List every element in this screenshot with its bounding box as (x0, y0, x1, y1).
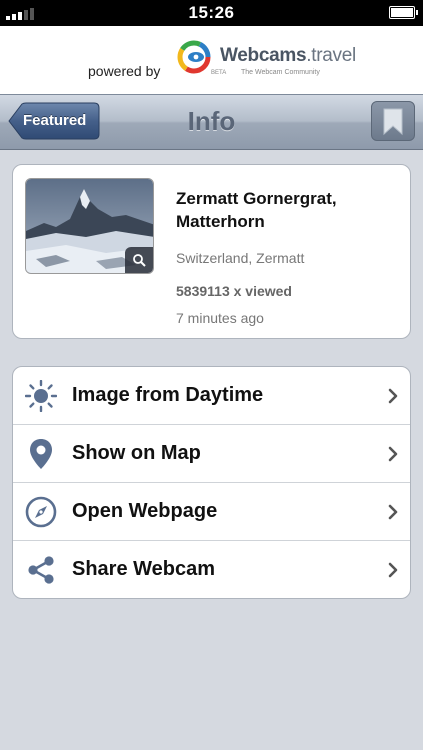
webcam-location: Switzerland, Zermatt (176, 250, 305, 266)
brand-tagline: The Webcam Community (241, 69, 320, 76)
open-webpage-row[interactable]: Open Webpage (13, 483, 410, 541)
share-webcam-row[interactable]: Share Webcam (13, 541, 410, 598)
sponsor-banner[interactable]: powered by Webcams.travel BETA The Webca… (0, 26, 423, 94)
navigation-bar: Featured Info (0, 94, 423, 150)
webcams-logo-icon (177, 40, 211, 74)
bookmark-button[interactable] (371, 101, 415, 141)
action-label: Open Webpage (72, 500, 218, 522)
webcam-thumbnail[interactable] (25, 178, 154, 274)
image-from-daytime-row[interactable]: Image from Daytime (13, 367, 410, 425)
map-pin-icon (30, 439, 52, 469)
webcam-title: Zermatt Gornergrat, Matterhorn (176, 189, 337, 231)
zoom-button[interactable] (125, 247, 153, 273)
magnifier-icon (133, 254, 146, 267)
webcam-info-card: Zermatt Gornergrat, Matterhorn Switzerla… (12, 164, 411, 339)
battery-icon (389, 6, 418, 19)
chevron-right-icon (388, 504, 398, 520)
chevron-right-icon (388, 562, 398, 578)
status-bar: 15:26 (0, 0, 423, 26)
view-count: 5839113 x viewed (176, 283, 292, 299)
status-time: 15:26 (188, 3, 235, 22)
action-label: Show on Map (72, 442, 201, 464)
brand-name: Webcams.travel (220, 45, 356, 66)
action-label: Share Webcam (72, 558, 216, 580)
action-list: Image from Daytime Show on Map Open Webp… (12, 366, 411, 599)
action-label: Image from Daytime (72, 384, 264, 406)
compass-icon (25, 496, 57, 528)
bookmark-icon (383, 108, 403, 136)
page-title: Info (187, 106, 236, 136)
last-updated: 7 minutes ago (176, 310, 264, 326)
powered-by-label: powered by (88, 63, 161, 79)
show-on-map-row[interactable]: Show on Map (13, 425, 410, 483)
chevron-right-icon (388, 446, 398, 462)
chevron-right-icon (388, 388, 398, 404)
share-icon (28, 556, 54, 584)
beta-label: BETA (211, 70, 227, 76)
sun-icon (25, 380, 57, 412)
